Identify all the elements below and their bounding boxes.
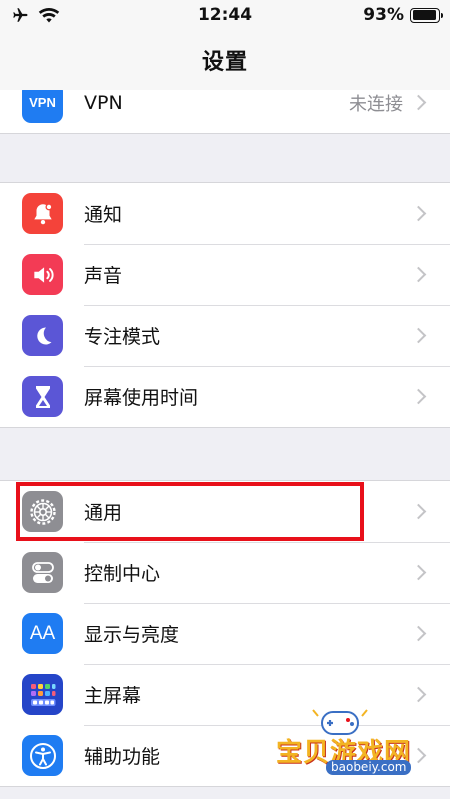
settings-row-focus[interactable]: 专注模式 xyxy=(0,305,450,366)
navigation-bar-title: 设置 xyxy=(0,30,450,90)
chevron-right-icon xyxy=(410,266,427,283)
settings-row-control-center[interactable]: 控制中心 xyxy=(0,542,450,603)
settings-row-notifications[interactable]: 通知 xyxy=(0,183,450,244)
toggles-icon xyxy=(22,552,63,593)
settings-row-label: 声音 xyxy=(84,265,123,287)
chevron-right-icon xyxy=(410,388,427,405)
settings-row-label: VPN xyxy=(84,91,123,114)
home-screen-icon xyxy=(22,674,63,715)
settings-row-label: 显示与亮度 xyxy=(84,624,180,646)
chevron-right-icon xyxy=(410,205,427,222)
settings-group-notifications: 通知 声音 专注模式 屏幕使用时间 xyxy=(0,182,450,428)
text-size-icon: AA xyxy=(22,613,63,654)
chevron-right-icon xyxy=(410,503,427,520)
battery-fill xyxy=(412,10,436,20)
settings-row-screen-time[interactable]: 屏幕使用时间 xyxy=(0,366,450,427)
chevron-right-icon xyxy=(410,686,427,703)
status-right: 93% xyxy=(320,5,443,25)
wifi-icon xyxy=(38,8,60,23)
chevron-right-icon xyxy=(410,625,427,642)
bell-icon xyxy=(22,193,63,234)
chevron-right-icon xyxy=(410,327,427,344)
accessibility-icon xyxy=(22,735,63,776)
battery-percent: 93% xyxy=(363,5,404,25)
airplane-icon xyxy=(13,8,28,22)
highlight-box xyxy=(16,482,364,541)
settings-row-sounds[interactable]: 声音 xyxy=(0,244,450,305)
settings-row-label: 专注模式 xyxy=(84,326,161,348)
settings-row-label: 通知 xyxy=(84,204,123,226)
chevron-right-icon xyxy=(410,564,427,581)
settings-row-label: 主屏幕 xyxy=(84,685,142,707)
chevron-right-icon xyxy=(410,94,427,111)
vpn-status-value: 未连接 xyxy=(349,93,403,115)
speaker-icon xyxy=(22,254,63,295)
vpn-icon-text: VPN xyxy=(29,95,56,110)
status-left xyxy=(10,6,130,24)
settings-row-label: 屏幕使用时间 xyxy=(84,387,199,409)
text-size-icon-text: AA xyxy=(29,622,56,644)
settings-row-display-brightness[interactable]: AA 显示与亮度 xyxy=(0,603,450,664)
hourglass-icon xyxy=(22,376,63,417)
moon-icon xyxy=(22,315,63,356)
page-title-text: 设置 xyxy=(201,50,248,75)
status-bar: 12:44 93% xyxy=(0,0,450,30)
settings-row-label: 控制中心 xyxy=(84,563,161,585)
watermark: 宝贝游戏网 baobeiy.com xyxy=(272,706,448,776)
watermark-url: baobeiy.com xyxy=(326,760,412,775)
battery-icon xyxy=(410,7,443,23)
